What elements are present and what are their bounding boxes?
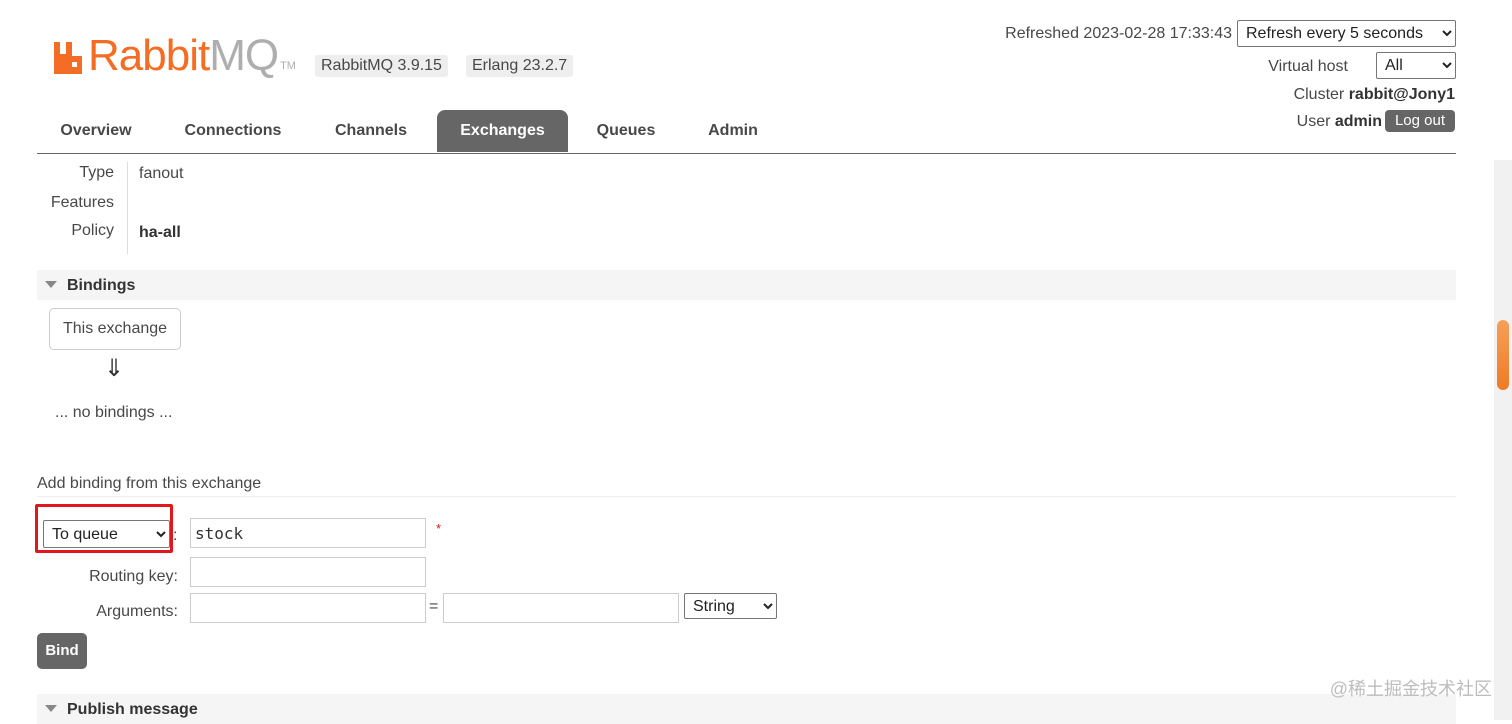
scrollbar-thumb[interactable] bbox=[1497, 320, 1509, 390]
down-arrow-icon: ⇓ bbox=[104, 355, 125, 382]
required-marker: * bbox=[436, 521, 442, 536]
watermark-text: @稀土掘金技术社区 bbox=[1329, 679, 1492, 699]
tab-channels[interactable]: Channels bbox=[315, 110, 427, 152]
tab-overview[interactable]: Overview bbox=[37, 110, 155, 152]
argument-key-input[interactable] bbox=[190, 593, 426, 623]
rabbitmq-logo: RabbitMQ TM bbox=[52, 34, 296, 78]
this-exchange-box: This exchange bbox=[49, 308, 181, 350]
tab-admin[interactable]: Admin bbox=[687, 110, 779, 152]
no-bindings-text: ... no bindings ... bbox=[55, 404, 173, 421]
cluster-name: rabbit@Jony1 bbox=[1348, 86, 1455, 103]
tab-connections[interactable]: Connections bbox=[167, 110, 299, 152]
virtual-host-label: Virtual host bbox=[1268, 58, 1348, 75]
add-binding-title: Add binding from this exchange bbox=[37, 475, 262, 492]
collapse-triangle-icon bbox=[45, 705, 57, 712]
collapse-triangle-icon bbox=[45, 281, 57, 288]
bindings-section-header[interactable]: Bindings bbox=[37, 270, 1456, 300]
tab-queues[interactable]: Queues bbox=[580, 110, 672, 152]
logo-wordmark: RabbitMQ bbox=[88, 34, 279, 78]
cluster-label: Cluster bbox=[1293, 86, 1345, 103]
refreshed-timestamp: Refreshed 2023-02-28 17:33:43 bbox=[1005, 25, 1232, 42]
argument-equals: = bbox=[429, 598, 439, 615]
type-label: Type bbox=[79, 164, 114, 181]
arguments-label: Arguments: bbox=[96, 603, 178, 620]
cluster-info: Cluster rabbit@Jony1 bbox=[1294, 85, 1455, 105]
policy-value: ha-all bbox=[139, 224, 181, 241]
rabbit-logo-icon bbox=[52, 40, 84, 76]
virtual-host-select[interactable]: All bbox=[1376, 52, 1456, 79]
publish-section-title: Publish message bbox=[67, 701, 198, 718]
bind-button[interactable]: Bind bbox=[37, 633, 87, 669]
logo-text-mq: MQ bbox=[209, 31, 279, 80]
logo-text-rabbit: Rabbit bbox=[88, 31, 210, 80]
features-label: Features bbox=[50, 194, 114, 211]
policy-label: Policy bbox=[71, 222, 114, 239]
destination-colon: : bbox=[173, 527, 178, 544]
erlang-version-badge: Erlang 23.2.7 bbox=[466, 55, 574, 77]
main-nav-tabs: Overview Connections Channels Exchanges … bbox=[37, 108, 1456, 154]
type-value: fanout bbox=[139, 165, 184, 182]
details-divider bbox=[127, 162, 128, 254]
add-binding-divider bbox=[37, 496, 1456, 497]
routing-key-label: Routing key: bbox=[89, 568, 178, 585]
argument-value-input[interactable] bbox=[443, 593, 679, 623]
logo-trademark: TM bbox=[280, 60, 296, 72]
refresh-interval-select[interactable]: Refresh every 5 seconds bbox=[1237, 20, 1456, 47]
argument-type-select[interactable]: String bbox=[684, 593, 777, 619]
rabbitmq-version-badge: RabbitMQ 3.9.15 bbox=[315, 55, 448, 77]
routing-key-input[interactable] bbox=[190, 557, 426, 587]
scrollbar-track[interactable] bbox=[1494, 160, 1512, 720]
destination-name-input[interactable] bbox=[190, 518, 426, 548]
destination-type-select[interactable]: To queue bbox=[43, 520, 170, 548]
bindings-section-title: Bindings bbox=[67, 277, 136, 294]
tab-exchanges[interactable]: Exchanges bbox=[437, 110, 568, 152]
